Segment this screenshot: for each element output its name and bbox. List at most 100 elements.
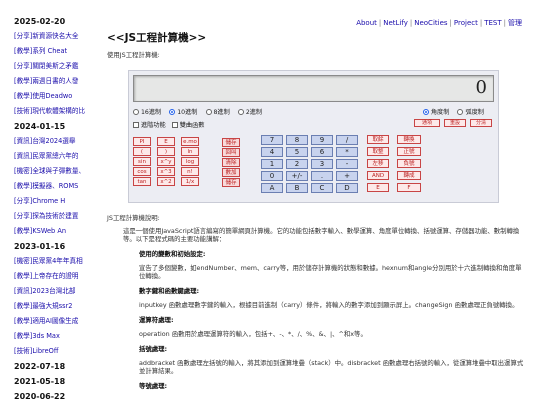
keypad-button[interactable]: +/- [286,171,308,181]
sidebar-link[interactable]: [分享]Chrome H [14,194,106,209]
function-button[interactable]: E [157,137,175,146]
sidebar-link[interactable]: [教學]上帝存在的證明 [14,269,106,284]
operator-button[interactable]: 取整 [367,147,389,156]
memory-button[interactable]: 清除 [222,158,240,167]
sidebar-link[interactable]: [資訊]民眾黨總六年的 [14,149,106,164]
function-button[interactable]: x^y [157,157,175,166]
memory-button[interactable]: 儲存 [222,178,240,187]
radio-button[interactable] [457,109,464,115]
keypad-button[interactable]: 0 [261,171,283,181]
operator-button[interactable]: 取餘 [367,135,389,144]
keypad-button[interactable]: - [336,159,358,169]
nav-link[interactable]: NetLify [383,19,408,27]
operator-button[interactable]: 左移 [367,159,389,168]
sidebar-link[interactable]: [資訊]2023台灣北部 [14,284,106,299]
checkbox[interactable] [171,122,178,128]
keypad-button[interactable]: / [336,135,358,145]
keypad-button[interactable]: B [286,183,308,193]
function-button[interactable]: ) [157,147,175,156]
memory-button[interactable]: 回叫 [222,148,240,157]
keypad-button[interactable]: 9 [311,135,333,145]
sidebar-link[interactable]: [教學]模擬器、ROMS [14,179,106,194]
keypad-button[interactable]: + [336,171,358,181]
sidebar-link[interactable]: [機密]全球與子彈數量、 [14,164,106,179]
checkbox[interactable] [133,122,139,128]
keypad-button[interactable]: 3 [311,159,333,169]
function-button[interactable]: x^3 [157,167,175,176]
sidebar-link[interactable]: [分享]新資源快名大全 [14,29,106,44]
util-button[interactable]: 重設 [444,119,466,127]
keypad-button[interactable]: 8 [286,135,308,145]
radio-button[interactable] [205,109,212,115]
keypad-button[interactable]: 6 [311,147,333,157]
keypad-button[interactable]: . [311,171,333,181]
sidebar-link[interactable]: [教學]兩週日書的人發 [14,74,106,89]
function-button[interactable]: cos [133,167,151,176]
memory-button[interactable]: 儲存 [222,138,240,147]
sidebar-link[interactable]: [教學]最強大規ssr2 [14,299,106,314]
description: JS工程計算機說明: 這是一個使用JavaScript語言編寫的簡單網頁計算機。… [107,214,527,396]
sidebar-link[interactable]: [教學]使用Deadwo [14,89,106,104]
keypad-button[interactable]: D [336,183,358,193]
radio-button[interactable] [422,109,429,115]
radio-button[interactable] [133,109,139,115]
radio-button[interactable] [237,109,244,115]
base-option[interactable]: 2進制 [237,109,263,116]
sidebar-link[interactable]: [教學]KSWeb An [14,224,106,239]
angle-option[interactable]: 角度制 [422,109,449,116]
keypad-button[interactable]: 1 [261,159,283,169]
function-button[interactable]: PI [133,137,151,146]
keypad-button[interactable]: 5 [286,147,308,157]
sidebar-link[interactable]: [技術]現代軟體架構的比 [14,104,106,119]
function-button[interactable]: x^2 [157,177,175,186]
operator-button[interactable]: 轉換 [397,135,421,144]
util-button[interactable]: 通項 [414,119,440,127]
operator-button[interactable]: F [397,183,421,192]
display-value: 0 [475,77,487,98]
section-content: operation 函數用於處理運算符的輸入，包括+、-、*、/、%、&、|、^… [139,330,367,338]
keypad-button[interactable]: 2 [286,159,308,169]
radio-button[interactable] [169,109,176,115]
top-nav: About | NetLify | NeoCities | Project | TEST | 管理 [356,18,522,28]
keypad-button[interactable]: 4 [261,147,283,157]
function-button[interactable]: log [181,157,199,166]
sidebar-link[interactable]: [教學]3ds Max [14,329,106,344]
nav-link[interactable]: 管理 [508,19,522,27]
radio-label: 2進制 [245,109,263,116]
keypad-button[interactable]: A [261,183,283,193]
keypad-button[interactable]: 7 [261,135,283,145]
operator-button[interactable]: AND [367,171,389,180]
nav-link[interactable]: Project [454,19,478,27]
function-button[interactable]: 1/x [181,177,199,186]
angle-option[interactable]: 弧度制 [457,109,484,116]
sidebar-link[interactable]: [資訊]台灣2024選舉 [14,134,106,149]
sidebar-link[interactable]: [分享]探為技術於建置 [14,209,106,224]
function-button[interactable]: ( [133,147,151,156]
operator-button[interactable]: 負號 [397,159,421,168]
sidebar-link[interactable]: [分享]關閉美斯之矛鑑 [14,59,106,74]
util-button[interactable]: 分清 [470,119,492,127]
checkbox-option[interactable]: 雙曲函數 [171,122,205,129]
base-option[interactable]: 8進制 [205,109,230,116]
memory-button[interactable]: 數加 [222,168,240,177]
function-button[interactable]: n! [181,167,199,176]
function-button[interactable]: sin [133,157,151,166]
operator-button[interactable]: 正號 [397,147,421,156]
keypad-button[interactable]: C [311,183,333,193]
function-button[interactable]: tan [133,177,151,186]
function-button[interactable]: e.mo [181,137,199,146]
keypad-button[interactable]: * [336,147,358,157]
sidebar-link[interactable]: [機密]民眾黨4年年真相 [14,254,106,269]
sidebar-link[interactable]: [教學]適用AI圖像生成 [14,314,106,329]
base-option[interactable]: 10進制 [169,109,198,116]
function-button[interactable]: ln [181,147,199,156]
checkbox-option[interactable]: 進階功能 [133,122,166,129]
nav-link[interactable]: About [356,19,377,27]
nav-link[interactable]: NeoCities [414,19,447,27]
sidebar-link[interactable]: [技術]LibreOff [14,344,106,359]
operator-button[interactable]: E [367,183,389,192]
base-option[interactable]: 16進制 [133,109,161,116]
nav-link[interactable]: TEST [484,19,501,27]
operator-button[interactable]: 轉成 [397,171,421,180]
sidebar-link[interactable]: [教學]系列 Cheat [14,44,106,59]
